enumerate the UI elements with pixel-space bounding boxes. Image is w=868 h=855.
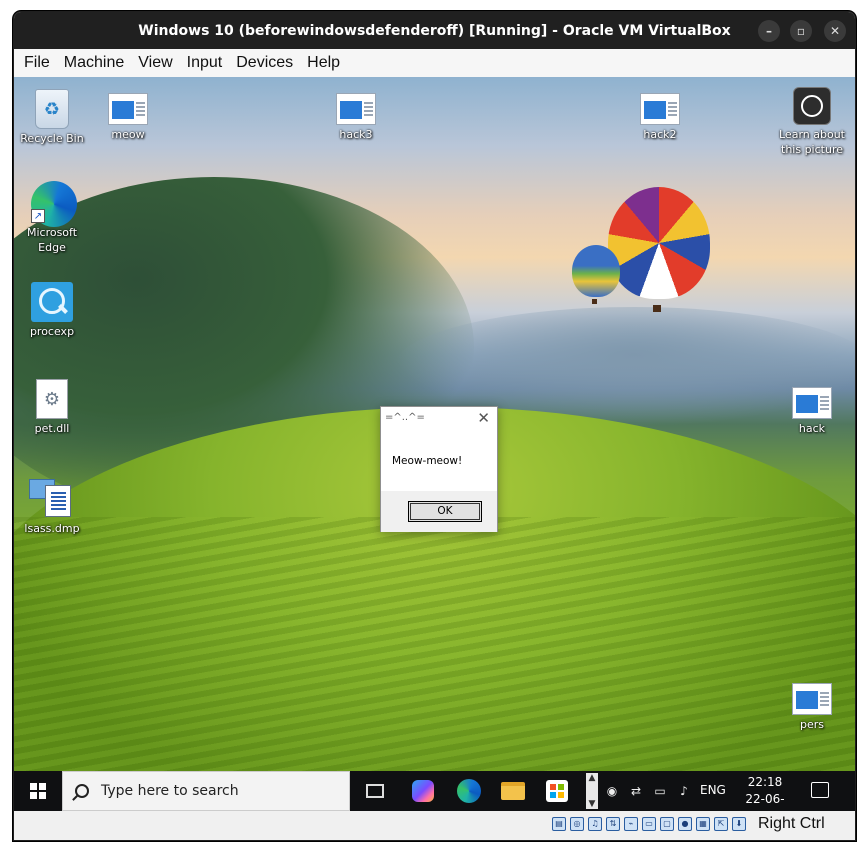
shortcut-arrow-icon: ↗: [31, 209, 45, 223]
desktop-icon-pers[interactable]: pers: [774, 677, 850, 732]
desktop-icon-meow[interactable]: meow: [90, 87, 166, 142]
desktop-icon-hack2[interactable]: hack2: [622, 87, 698, 142]
store-icon: [546, 780, 568, 802]
desktop-icon-label: lsass.dmp: [24, 522, 80, 535]
chevron-down-icon[interactable]: ▼: [589, 799, 596, 809]
virtualbox-window: Windows 10 (beforewindowsdefenderoff) [R…: [13, 11, 856, 841]
menu-file[interactable]: File: [24, 54, 50, 72]
taskbar-search-box[interactable]: Type here to search: [62, 771, 350, 811]
desktop-icon-hack[interactable]: hack: [774, 381, 850, 436]
shared-folders-icon[interactable]: ▭: [642, 817, 656, 831]
recycle-bin-icon: ♻: [35, 89, 69, 129]
desktop-icon-label: pet.dll: [34, 422, 70, 435]
keyboard-capture-icon[interactable]: ⬇: [732, 817, 746, 831]
dialog-footer: OK: [381, 491, 497, 532]
minimize-button[interactable]: –: [758, 20, 780, 42]
menu-bar: File Machine View Input Devices Help: [14, 49, 855, 77]
ok-button[interactable]: OK: [408, 501, 482, 522]
desktop-icon-label: hack: [798, 422, 826, 435]
maximize-button[interactable]: ▫: [790, 20, 812, 42]
desktop-icon-label: hack2: [643, 128, 677, 141]
recording-icon[interactable]: ●: [678, 817, 692, 831]
exe-file-icon: [640, 93, 680, 125]
hard-disk-icon[interactable]: ▤: [552, 817, 566, 831]
usb-icon[interactable]: ⌁: [624, 817, 638, 831]
procexp-icon: [31, 282, 73, 322]
mouse-integration-icon[interactable]: ⇱: [714, 817, 728, 831]
hot-air-balloon-small: [572, 245, 620, 297]
dialog-close-button[interactable]: ✕: [477, 409, 490, 427]
cpu-icon[interactable]: ▦: [696, 817, 710, 831]
balloon-basket: [653, 305, 661, 312]
network-adapter-icon[interactable]: ⇅: [606, 817, 620, 831]
window-title: Windows 10 (beforewindowsdefenderoff) [R…: [138, 22, 731, 39]
desktop-icon-procexp[interactable]: procexp: [14, 282, 90, 339]
exe-file-icon: [108, 93, 148, 125]
menu-devices[interactable]: Devices: [236, 54, 293, 72]
copilot-button[interactable]: [408, 777, 438, 805]
menu-help[interactable]: Help: [307, 54, 340, 72]
tray-device-icon[interactable]: ⇄: [628, 783, 644, 799]
menu-view[interactable]: View: [138, 54, 172, 72]
desktop-icon-hack3[interactable]: hack3: [318, 87, 394, 142]
desktop-icon-label: hack3: [339, 128, 373, 141]
desktop-icon-recycle-bin[interactable]: ♻ Recycle Bin: [14, 87, 90, 146]
desktop-icon-microsoft-edge[interactable]: ↗ Microsoft Edge: [14, 181, 90, 255]
volume-icon[interactable]: ♪: [676, 783, 692, 799]
vbox-status-bar: ▤ ◎ ♫ ⇅ ⌁ ▭ ▢ ● ▦ ⇱ ⬇ Right Ctrl: [14, 811, 855, 840]
desktop-icon-lsass-dmp[interactable]: lsass.dmp: [14, 475, 90, 536]
clock-time: 22:18: [747, 775, 783, 789]
start-button[interactable]: [14, 771, 62, 811]
folder-icon: [501, 782, 525, 800]
host-key-label: Right Ctrl: [758, 815, 825, 832]
microsoft-store-button[interactable]: [542, 777, 572, 805]
chevron-up-icon[interactable]: ▲: [589, 773, 596, 783]
exe-file-icon: [792, 387, 832, 419]
dll-file-icon: ⚙: [36, 379, 68, 419]
task-view-icon: [366, 784, 384, 798]
spotlight-icon: [793, 87, 831, 125]
desktop-icon-label: procexp: [29, 325, 75, 338]
taskbar: Type here to search ▲ ▼ ◉ ⇄ ▭ ♪ ENG 22:18…: [14, 771, 855, 823]
desktop-icon-label: pers: [799, 718, 824, 731]
window-titlebar[interactable]: Windows 10 (beforewindowsdefenderoff) [R…: [14, 12, 855, 49]
notification-center-icon[interactable]: [811, 782, 829, 798]
windows-logo-icon: [30, 783, 46, 799]
edge-taskbar-button[interactable]: [454, 777, 484, 805]
desktop-icon-label: meow: [111, 128, 145, 141]
dialog-message: Meow-meow!: [392, 455, 463, 467]
task-view-button[interactable]: [360, 777, 390, 805]
network-icon[interactable]: ▭: [652, 783, 668, 799]
meet-now-icon[interactable]: ◉: [604, 783, 620, 799]
close-button[interactable]: ✕: [824, 20, 846, 42]
dialog-title: =^..^=: [385, 412, 425, 423]
desktop-icon-label: Microsoft Edge: [26, 226, 78, 254]
search-placeholder: Type here to search: [101, 783, 239, 799]
guest-desktop[interactable]: ♻ Recycle Bin meow hack3 hack2 Learn abo…: [14, 77, 855, 771]
display-icon[interactable]: ▢: [660, 817, 674, 831]
edge-icon: [457, 779, 481, 803]
exe-file-icon: [792, 683, 832, 715]
menu-input[interactable]: Input: [187, 54, 223, 72]
optical-drive-icon[interactable]: ◎: [570, 817, 584, 831]
exe-file-icon: [336, 93, 376, 125]
desktop-icon-label: Recycle Bin: [20, 132, 84, 145]
desktop-icon-learn-about-picture[interactable]: Learn about this picture: [774, 87, 850, 157]
search-icon: [75, 784, 89, 798]
taskbar-scroll-buttons[interactable]: ▲ ▼: [586, 773, 598, 809]
message-box-dialog: =^..^= ✕ Meow-meow! OK: [380, 406, 498, 532]
dump-file-icon: [29, 475, 75, 519]
hot-air-balloon-large: [608, 187, 710, 299]
desktop-icon-label: Learn about this picture: [779, 128, 845, 156]
desktop-icon-pet-dll[interactable]: ⚙ pet.dll: [14, 379, 90, 436]
audio-icon[interactable]: ♫: [588, 817, 602, 831]
language-indicator[interactable]: ENG: [700, 783, 726, 797]
wallpaper-tea-rows: [14, 517, 855, 771]
copilot-icon: [412, 780, 434, 802]
file-explorer-button[interactable]: [498, 777, 528, 805]
edge-icon-wrap: ↗: [31, 181, 77, 227]
menu-machine[interactable]: Machine: [64, 54, 124, 72]
balloon-basket: [592, 299, 597, 304]
